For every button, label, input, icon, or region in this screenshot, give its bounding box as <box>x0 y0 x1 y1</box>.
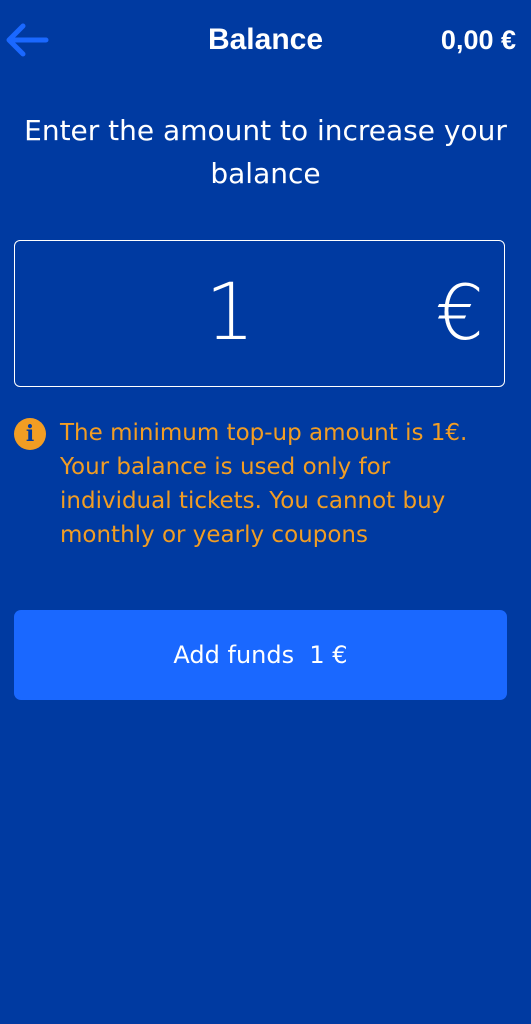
app-header: Balance 0,00 € <box>0 0 531 78</box>
amount-prompt: Enter the amount to increase your balanc… <box>24 114 507 190</box>
info-text: The minimum top-up amount is 1€. Your ba… <box>60 420 468 548</box>
add-funds-button[interactable]: Add funds 1 € <box>14 610 507 700</box>
currency-symbol: € <box>435 268 484 357</box>
amount-field[interactable]: € <box>14 240 505 387</box>
info-icon: i <box>14 418 46 450</box>
current-balance: 0,00 € <box>440 25 516 55</box>
amount-input[interactable] <box>15 241 445 385</box>
